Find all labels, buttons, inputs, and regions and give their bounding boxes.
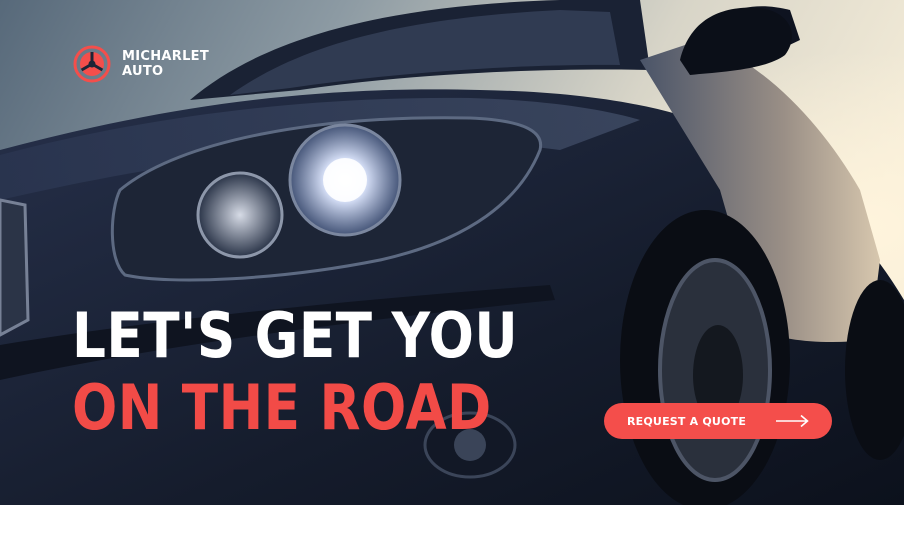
brand-name-line2: AUTO [122, 64, 164, 79]
brand-name-line1: MICHARLET [122, 49, 209, 64]
hero-headline: LET'S GET YOU ON THE ROAD [72, 300, 518, 444]
request-quote-button[interactable]: REQUEST A QUOTE [604, 403, 832, 439]
page-bottom-strip [0, 505, 904, 533]
request-quote-label: REQUEST A QUOTE [627, 414, 747, 428]
arrow-right-icon [776, 414, 809, 428]
brand-name: MICHARLET AUTO [122, 49, 209, 79]
headline-line-2: ON THE ROAD [72, 371, 492, 444]
headline-line-1: LET'S GET YOU [72, 299, 519, 372]
tri-circle-logo-icon [73, 45, 111, 83]
brand-logo[interactable]: MICHARLET AUTO [73, 45, 209, 83]
hero-section: MICHARLET AUTO LET'S GET YOU ON THE ROAD… [0, 0, 904, 505]
